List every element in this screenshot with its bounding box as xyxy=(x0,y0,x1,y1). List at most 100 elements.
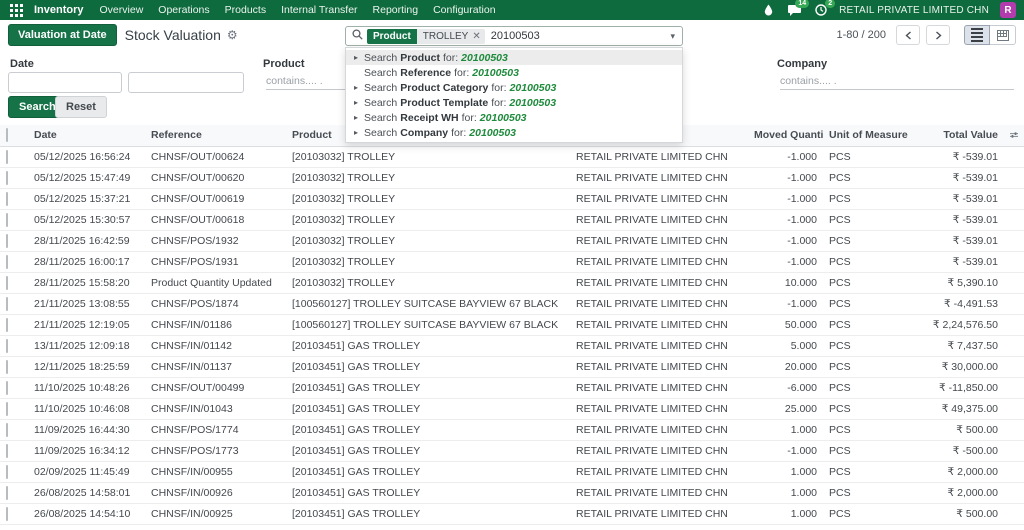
valuation-row[interactable]: 05/12/2025 15:37:21 CHNSF/OUT/00619 [201… xyxy=(0,188,1024,210)
cell-date: 11/09/2025 16:34:12 xyxy=(28,440,145,462)
valuation-row[interactable]: 28/11/2025 16:00:17 CHNSF/POS/1931 [2010… xyxy=(0,251,1024,273)
date-from-input[interactable] xyxy=(8,72,122,93)
valuation-row[interactable]: 13/11/2025 12:09:18 CHNSF/IN/01142 [2010… xyxy=(0,335,1024,357)
row-checkbox[interactable] xyxy=(6,464,8,479)
nav-menu-item[interactable]: Overview xyxy=(100,4,144,16)
valuation-row[interactable]: 11/09/2025 16:44:30 CHNSF/POS/1774 [2010… xyxy=(0,419,1024,441)
header-date[interactable]: Date xyxy=(28,125,145,147)
nav-menu-item[interactable]: Reporting xyxy=(373,4,419,16)
expand-caret-icon[interactable]: ▸ xyxy=(354,83,364,92)
select-all-checkbox[interactable] xyxy=(6,128,8,143)
search-box[interactable]: Product TROLLEY ✕ ▾ xyxy=(345,26,683,46)
cell-company: RETAIL PRIVATE LIMITED CHN xyxy=(570,272,748,294)
valuation-row[interactable]: 26/08/2025 14:58:01 CHNSF/IN/00926 [2010… xyxy=(0,482,1024,504)
search-dropdown-caret-icon[interactable]: ▾ xyxy=(667,31,678,42)
company-filter-input[interactable] xyxy=(780,72,1014,90)
search-suggestion-item[interactable]: ▸ Search Product Template for: 20100503 xyxy=(346,95,682,110)
cell-reference: CHNSF/POS/1874 xyxy=(145,293,286,315)
valuation-row[interactable]: 28/11/2025 15:58:20 Product Quantity Upd… xyxy=(0,272,1024,294)
company-name[interactable]: RETAIL PRIVATE LIMITED CHN xyxy=(839,5,989,16)
row-checkbox[interactable] xyxy=(6,149,8,164)
search-icon xyxy=(352,27,363,45)
expand-caret-icon[interactable]: ▸ xyxy=(354,113,364,122)
search-suggestion-item[interactable]: ▸ Search Product Category for: 20100503 xyxy=(346,80,682,95)
search-suggestion-item[interactable]: ▸ Search Reference for: 20100503 xyxy=(346,65,682,80)
row-checkbox[interactable] xyxy=(6,317,8,332)
nav-menu-item[interactable]: Products xyxy=(225,4,266,16)
row-checkbox[interactable] xyxy=(6,506,8,521)
row-checkbox[interactable] xyxy=(6,191,8,206)
cell-moved-quantity: 1.000 xyxy=(748,419,823,441)
row-checkbox[interactable] xyxy=(6,254,8,269)
apps-grid-icon[interactable] xyxy=(8,3,24,17)
optional-columns-icon[interactable] xyxy=(1010,130,1018,140)
valuation-row[interactable]: 12/11/2025 18:25:59 CHNSF/IN/01137 [2010… xyxy=(0,356,1024,378)
expand-caret-icon[interactable]: ▸ xyxy=(354,53,364,62)
valuation-row[interactable]: 11/09/2025 16:34:12 CHNSF/POS/1773 [2010… xyxy=(0,440,1024,462)
row-checkbox[interactable] xyxy=(6,401,8,416)
valuation-row[interactable]: 26/08/2025 14:54:10 CHNSF/IN/00925 [2010… xyxy=(0,503,1024,525)
valuation-row[interactable]: 05/12/2025 15:30:57 CHNSF/OUT/00618 [201… xyxy=(0,209,1024,231)
valuation-at-date-button[interactable]: Valuation at Date xyxy=(8,24,117,46)
facet-remove-icon[interactable]: ✕ xyxy=(472,31,480,42)
row-checkbox[interactable] xyxy=(6,296,8,311)
activities-clock-icon[interactable]: 2 xyxy=(813,0,836,17)
page-title: Stock Valuation xyxy=(124,27,221,43)
user-avatar[interactable]: R xyxy=(1000,2,1016,18)
cell-reference: CHNSF/IN/01043 xyxy=(145,398,286,420)
header-moved-quantity[interactable]: Moved Quantity xyxy=(748,125,823,147)
valuation-row[interactable]: 21/11/2025 12:19:05 CHNSF/IN/01186 [1005… xyxy=(0,314,1024,336)
header-reference[interactable]: Reference xyxy=(145,125,286,147)
pager-previous-button[interactable] xyxy=(896,25,920,45)
cell-moved-quantity: 5.000 xyxy=(748,335,823,357)
app-name[interactable]: Inventory xyxy=(34,4,84,16)
expand-caret-icon[interactable]: ▸ xyxy=(354,128,364,137)
valuation-row[interactable]: 05/12/2025 16:56:24 CHNSF/OUT/00624 [201… xyxy=(0,146,1024,168)
valuation-row[interactable]: 21/11/2025 13:08:55 CHNSF/POS/1874 [1005… xyxy=(0,293,1024,315)
row-checkbox[interactable] xyxy=(6,233,8,248)
row-checkbox[interactable] xyxy=(6,443,8,458)
list-view-button[interactable] xyxy=(964,25,990,45)
suggestion-for: for: xyxy=(491,81,507,94)
gear-icon[interactable]: ⚙ xyxy=(227,28,238,42)
nav-menu-item[interactable]: Configuration xyxy=(433,4,495,16)
messages-icon[interactable]: 14 xyxy=(787,0,810,17)
search-suggestion-item[interactable]: ▸ Search Company for: 20100503 xyxy=(346,125,682,140)
droplet-icon[interactable] xyxy=(761,3,776,17)
cell-product: [20103451] GAS TROLLEY xyxy=(286,461,570,483)
suggestion-prefix: Search xyxy=(364,111,398,124)
search-input[interactable] xyxy=(490,30,668,42)
cell-moved-quantity: -1.000 xyxy=(748,251,823,273)
row-checkbox[interactable] xyxy=(6,380,8,395)
expand-caret-icon[interactable]: ▸ xyxy=(354,98,364,107)
row-checkbox[interactable] xyxy=(6,338,8,353)
header-unit-of-measure[interactable]: Unit of Measure xyxy=(823,125,916,147)
row-checkbox[interactable] xyxy=(6,359,8,374)
valuation-row[interactable]: 02/09/2025 11:45:49 CHNSF/IN/00955 [2010… xyxy=(0,461,1024,483)
cell-unit-of-measure: PCS xyxy=(823,251,916,273)
pager-next-button[interactable] xyxy=(926,25,950,45)
nav-menu-item[interactable]: Operations xyxy=(158,4,209,16)
cell-company: RETAIL PRIVATE LIMITED CHN xyxy=(570,230,748,252)
search-suggestion-item[interactable]: ▸ Search Product for: 20100503 xyxy=(346,50,682,65)
row-checkbox[interactable] xyxy=(6,485,8,500)
cell-date: 11/10/2025 10:46:08 xyxy=(28,398,145,420)
nav-menu-item[interactable]: Internal Transfer xyxy=(281,4,357,16)
row-checkbox[interactable] xyxy=(6,275,8,290)
valuation-row[interactable]: 11/10/2025 10:46:08 CHNSF/IN/01043 [2010… xyxy=(0,398,1024,420)
filter-reset-button[interactable]: Reset xyxy=(55,96,107,118)
header-total-value[interactable]: Total Value xyxy=(916,125,1004,147)
valuation-row[interactable]: 11/10/2025 10:48:26 CHNSF/OUT/00499 [201… xyxy=(0,377,1024,399)
row-checkbox[interactable] xyxy=(6,170,8,185)
date-to-input[interactable] xyxy=(128,72,244,93)
cell-moved-quantity: 20.000 xyxy=(748,356,823,378)
cell-company: RETAIL PRIVATE LIMITED CHN xyxy=(570,419,748,441)
row-checkbox[interactable] xyxy=(6,422,8,437)
search-suggestion-item[interactable]: ▸ Search Receipt WH for: 20100503 xyxy=(346,110,682,125)
search-facet: Product TROLLEY ✕ xyxy=(367,28,485,44)
pivot-view-button[interactable] xyxy=(990,25,1016,45)
valuation-row[interactable]: 05/12/2025 15:47:49 CHNSF/OUT/00620 [201… xyxy=(0,167,1024,189)
valuation-row[interactable]: 28/11/2025 16:42:59 CHNSF/POS/1932 [2010… xyxy=(0,230,1024,252)
pager-zone: 1-80 / 200 xyxy=(836,25,1016,45)
row-checkbox[interactable] xyxy=(6,212,8,227)
